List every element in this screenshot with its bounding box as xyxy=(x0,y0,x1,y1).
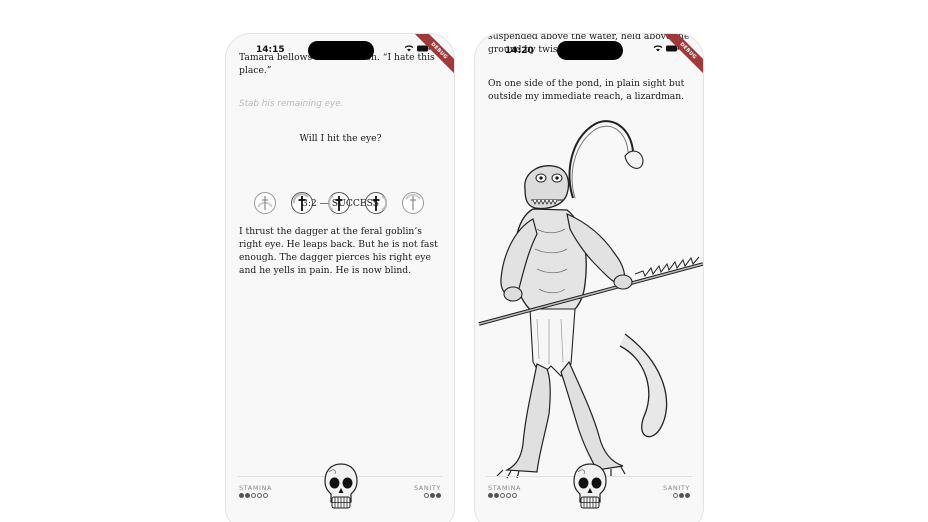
story-body-text: On one side of the pond, in plain sight … xyxy=(488,78,685,102)
stamina-label: STAMINA xyxy=(488,484,522,492)
sanity-dot xyxy=(673,493,678,498)
story-outcome-text: I thrust the dagger at the feral goblin’… xyxy=(239,226,438,276)
stamina-dot xyxy=(494,493,499,498)
sanity-dot xyxy=(679,493,684,498)
status-time: 14:20 xyxy=(505,46,534,56)
phone-screen-right: suspended above the water, held above th… xyxy=(474,33,704,522)
status-time: 14:15 xyxy=(256,45,285,55)
phone-screen-left: 14:15 DEBUG Tamara bellows in frustratio… xyxy=(225,33,455,522)
dynamic-island xyxy=(308,41,374,60)
stamina-dot xyxy=(500,493,505,498)
stamina-label: STAMINA xyxy=(239,484,273,492)
sanity-dots xyxy=(673,493,690,498)
roll-result: 3:2 — SUCCESS xyxy=(301,198,380,209)
skull-icon[interactable] xyxy=(572,462,608,512)
sanity-dot xyxy=(436,493,441,498)
stamina-dot xyxy=(263,493,268,498)
dynamic-island xyxy=(557,41,623,60)
stamina-dot xyxy=(239,493,244,498)
roll-question: Will I hit the eye? xyxy=(299,133,382,144)
stamina-dot xyxy=(257,493,262,498)
choice-link[interactable]: Stab his remaining eye. xyxy=(239,98,442,111)
sanity-dot xyxy=(424,493,429,498)
sanity-dot xyxy=(430,493,435,498)
stamina-dots xyxy=(239,493,268,498)
sanity-dot xyxy=(685,493,690,498)
stamina-dot xyxy=(251,493,256,498)
sanity-label: SANITY xyxy=(662,484,690,492)
stamina-dot xyxy=(506,493,511,498)
stamina-dot xyxy=(488,493,493,498)
skull-icon[interactable] xyxy=(323,462,359,512)
stamina-dot xyxy=(245,493,250,498)
sanity-label: SANITY xyxy=(413,484,441,492)
stamina-dot xyxy=(512,493,517,498)
lizardman-illustration xyxy=(478,120,703,479)
sanity-dots xyxy=(424,493,441,498)
stamina-dots xyxy=(488,493,517,498)
